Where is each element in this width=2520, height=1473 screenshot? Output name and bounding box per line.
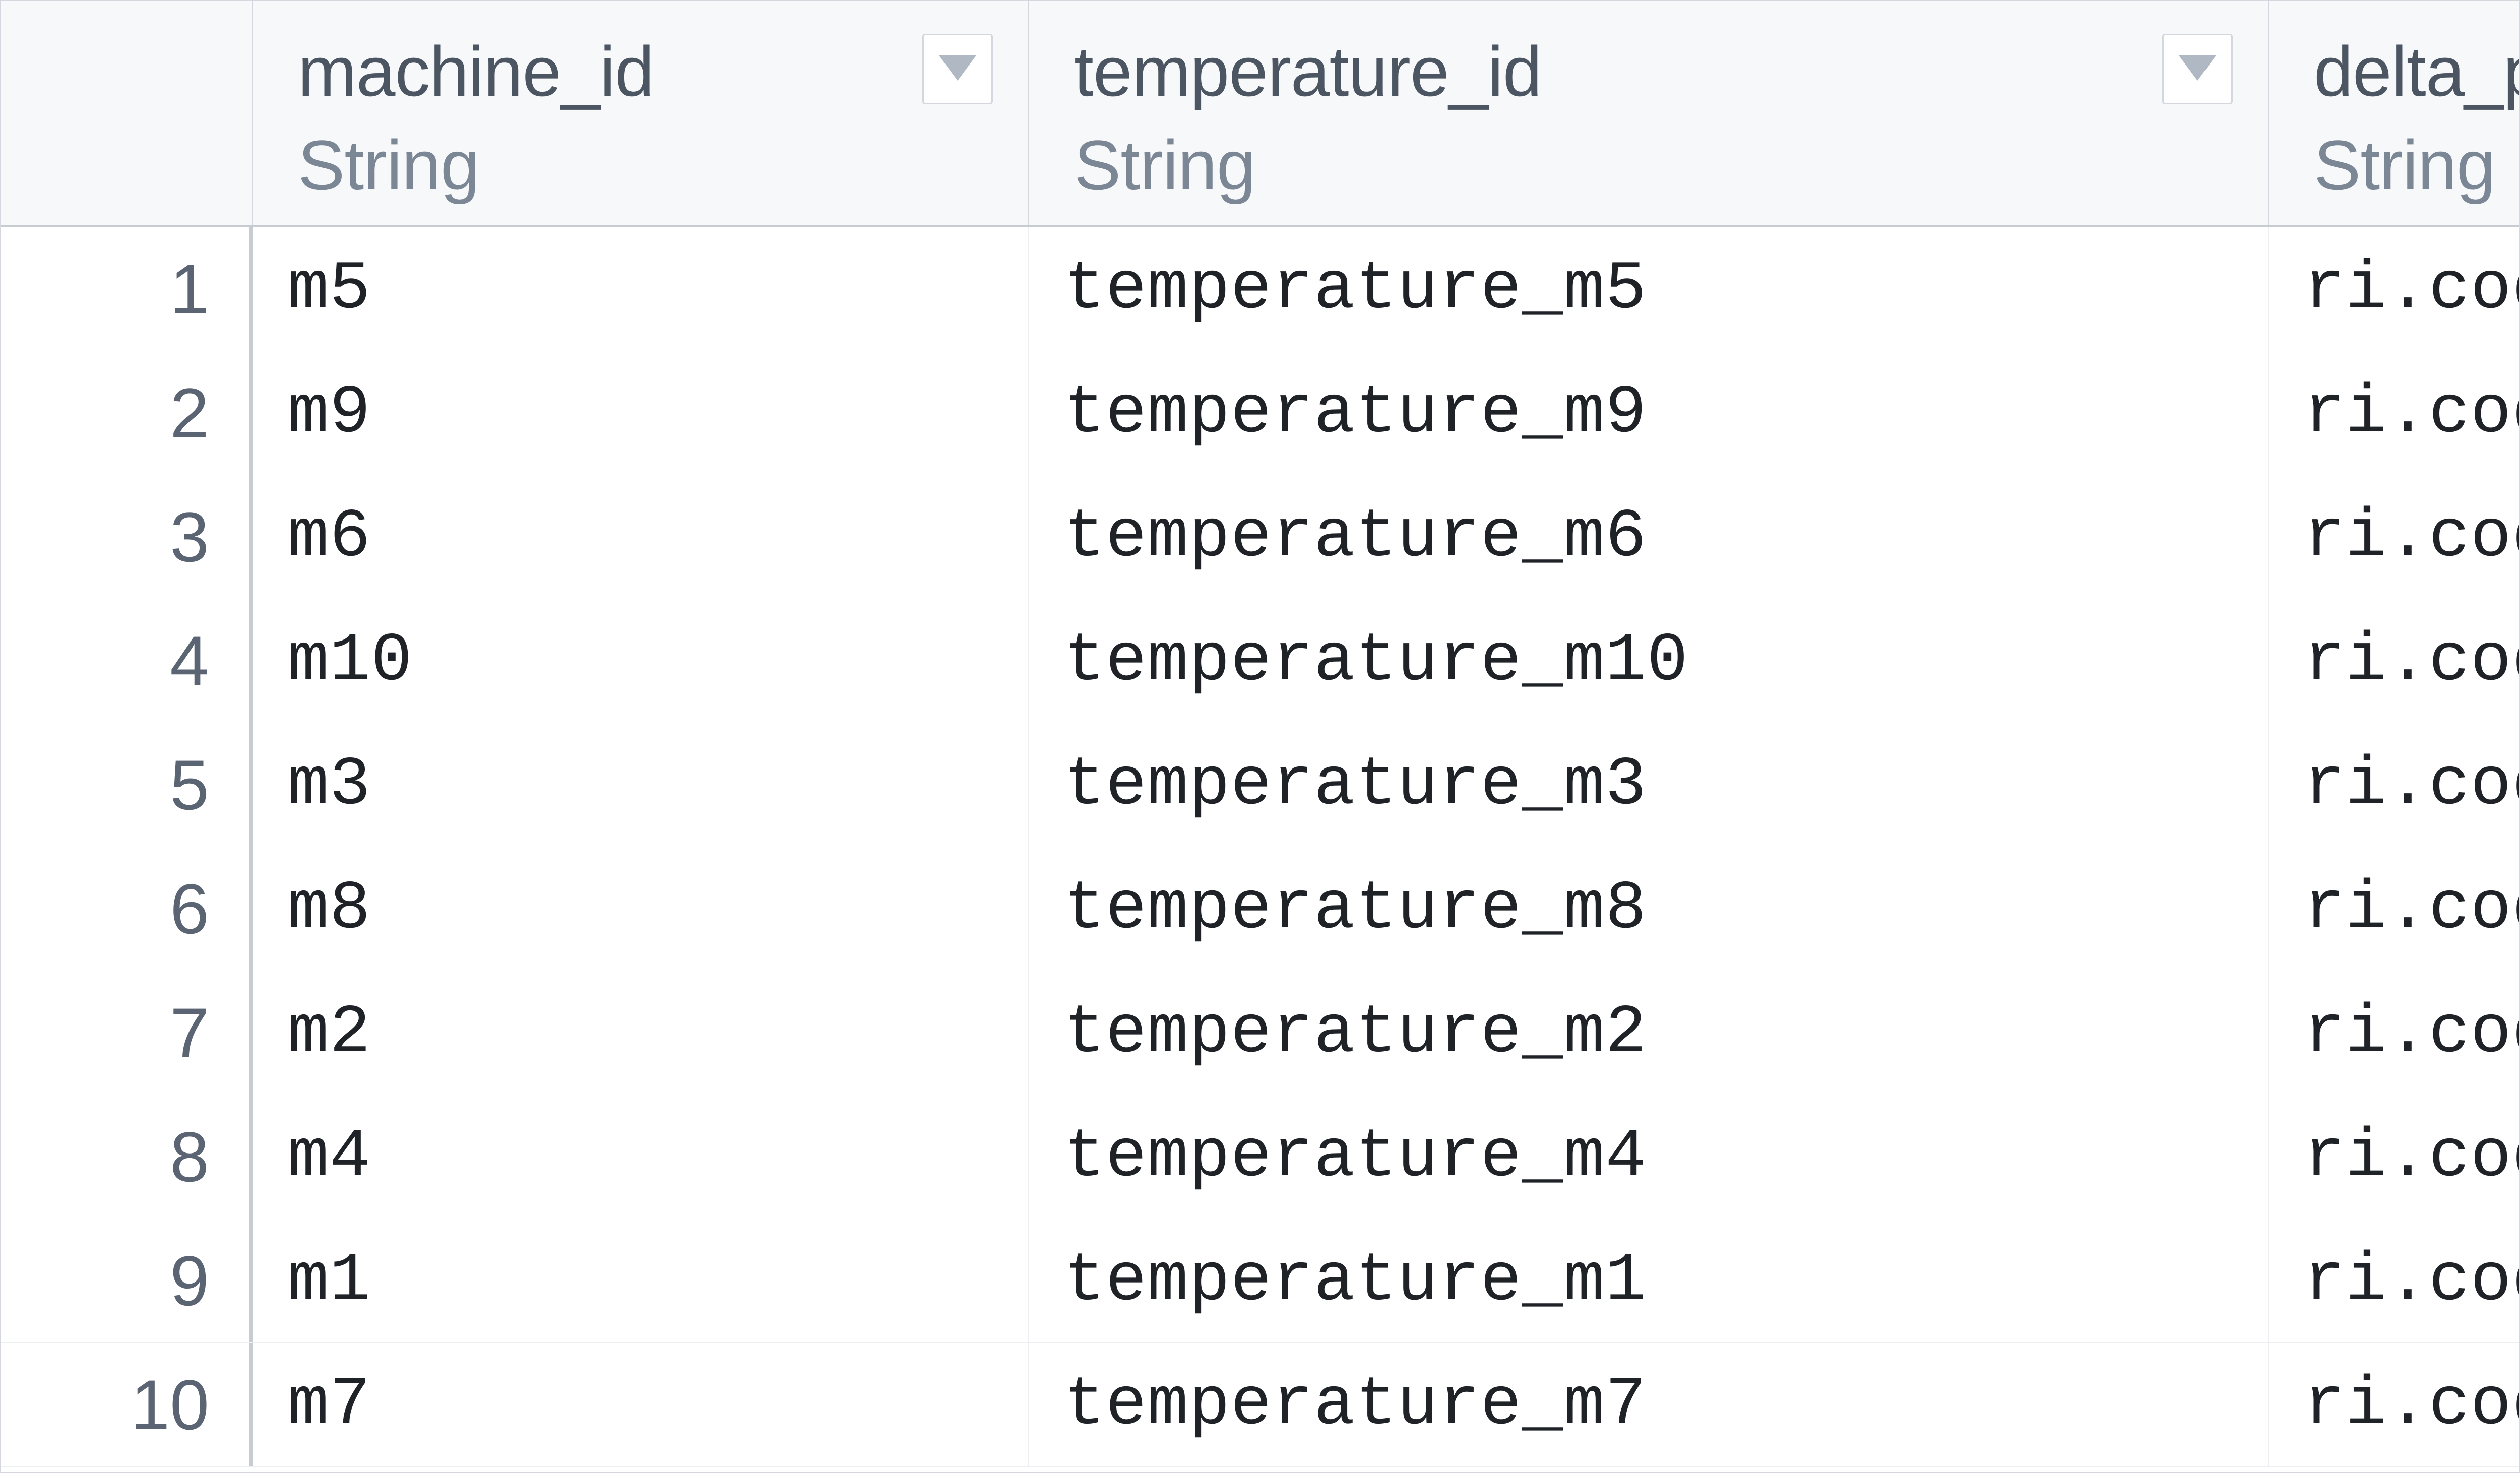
column-type: String — [298, 117, 983, 213]
filter-button[interactable] — [2162, 34, 2233, 104]
table-row: 5 m3 temperature_m3 ri.codex-emu.main.te… — [1, 723, 2519, 847]
table-row: 7 m2 temperature_m2 ri.codex-emu.main.te… — [1, 971, 2519, 1095]
cell-temperature-id[interactable]: temperature_m9 — [1029, 351, 2269, 475]
row-number[interactable]: 8 — [1, 1095, 253, 1219]
column-type: String — [1074, 117, 2223, 213]
cell-delta-pressure-id[interactable]: ri.codex-emu.main.template.c81 — [2269, 1343, 2519, 1466]
cell-machine-id[interactable]: m4 — [253, 1095, 1029, 1219]
cell-temperature-id[interactable]: temperature_m10 — [1029, 599, 2269, 723]
cell-delta-pressure-id[interactable]: ri.codex-emu.main.template.c81 — [2269, 1095, 2519, 1219]
cell-machine-id[interactable]: m1 — [253, 1219, 1029, 1342]
cell-machine-id[interactable]: m8 — [253, 847, 1029, 971]
data-grid: machine_id String temperature_id String … — [0, 0, 2520, 1473]
cell-delta-pressure-id[interactable]: ri.codex-emu.main.template.c81 — [2269, 847, 2519, 971]
table-row: 6 m8 temperature_m8 ri.codex-emu.main.te… — [1, 847, 2519, 971]
table-row: 3 m6 temperature_m6 ri.codex-emu.main.te… — [1, 475, 2519, 599]
table-row: 9 m1 temperature_m1 ri.codex-emu.main.te… — [1, 1219, 2519, 1343]
column-name: machine_id — [298, 26, 983, 117]
table-row: 10 m7 temperature_m7 ri.codex-emu.main.t… — [1, 1343, 2519, 1467]
cell-delta-pressure-id[interactable]: ri.codex-emu.main.template.c81 — [2269, 723, 2519, 847]
grid-body: 1 m5 temperature_m5 ri.codex-emu.main.te… — [1, 227, 2519, 1472]
column-header-temperature-id[interactable]: temperature_id String — [1029, 1, 2269, 225]
column-type: String — [2314, 117, 2474, 213]
cell-machine-id[interactable]: m10 — [253, 599, 1029, 723]
cell-delta-pressure-id[interactable]: ri.codex-emu.main.template.c81 — [2269, 599, 2519, 723]
table-row: 4 m10 temperature_m10 ri.codex-emu.main.… — [1, 599, 2519, 723]
cell-machine-id[interactable]: m6 — [253, 475, 1029, 599]
row-number[interactable]: 1 — [1, 227, 253, 351]
cell-machine-id[interactable]: m9 — [253, 351, 1029, 475]
row-number[interactable]: 5 — [1, 723, 253, 847]
cell-temperature-id[interactable]: temperature_m7 — [1029, 1343, 2269, 1466]
cell-delta-pressure-id[interactable]: ri.codex-emu.main.template.c81 — [2269, 971, 2519, 1095]
row-number[interactable]: 2 — [1, 351, 253, 475]
cell-machine-id[interactable]: m2 — [253, 971, 1029, 1095]
row-number[interactable]: 10 — [1, 1343, 253, 1466]
column-header-delta-pressure-id[interactable]: delta_pressure_id String — [2269, 1, 2519, 225]
cell-temperature-id[interactable]: temperature_m4 — [1029, 1095, 2269, 1219]
corner-cell — [1, 1, 253, 225]
cell-temperature-id[interactable]: temperature_m1 — [1029, 1219, 2269, 1342]
row-number[interactable]: 3 — [1, 475, 253, 599]
cell-temperature-id[interactable]: temperature_m5 — [1029, 227, 2269, 351]
row-number[interactable]: 4 — [1, 599, 253, 723]
caret-down-icon — [939, 55, 976, 83]
table-row: 2 m9 temperature_m9 ri.codex-emu.main.te… — [1, 351, 2519, 475]
cell-temperature-id[interactable]: temperature_m3 — [1029, 723, 2269, 847]
cell-machine-id[interactable]: m7 — [253, 1343, 1029, 1466]
caret-down-icon — [2179, 55, 2216, 83]
cell-delta-pressure-id[interactable]: ri.codex-emu.main.template.c81 — [2269, 351, 2519, 475]
cell-temperature-id[interactable]: temperature_m6 — [1029, 475, 2269, 599]
column-name: delta_pressure_id — [2314, 26, 2474, 117]
cell-delta-pressure-id[interactable]: ri.codex-emu.main.template.c81 — [2269, 475, 2519, 599]
column-header-machine-id[interactable]: machine_id String — [253, 1, 1029, 225]
cell-machine-id[interactable]: m5 — [253, 227, 1029, 351]
table-row: 1 m5 temperature_m5 ri.codex-emu.main.te… — [1, 227, 2519, 351]
cell-temperature-id[interactable]: temperature_m8 — [1029, 847, 2269, 971]
row-number[interactable]: 7 — [1, 971, 253, 1095]
row-number[interactable]: 6 — [1, 847, 253, 971]
header-row: machine_id String temperature_id String … — [1, 1, 2519, 227]
cell-temperature-id[interactable]: temperature_m2 — [1029, 971, 2269, 1095]
table-row: 8 m4 temperature_m4 ri.codex-emu.main.te… — [1, 1095, 2519, 1219]
cell-delta-pressure-id[interactable]: ri.codex-emu.main.template.c81 — [2269, 1219, 2519, 1342]
cell-delta-pressure-id[interactable]: ri.codex-emu.main.template.c81 — [2269, 227, 2519, 351]
column-name: temperature_id — [1074, 26, 2223, 117]
cell-machine-id[interactable]: m3 — [253, 723, 1029, 847]
row-number[interactable]: 9 — [1, 1219, 253, 1342]
filter-button[interactable] — [922, 34, 993, 104]
